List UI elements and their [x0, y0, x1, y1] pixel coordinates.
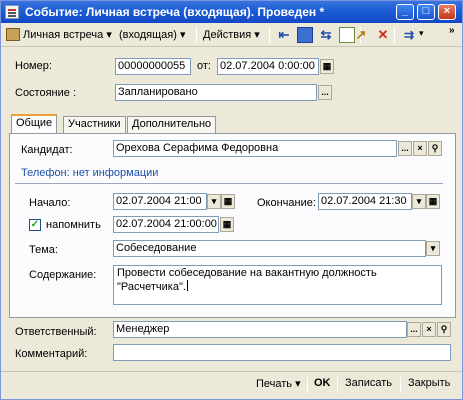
actions-label: Действия: [203, 29, 252, 41]
toolbar-separator: [269, 27, 270, 43]
date-label: от:: [197, 60, 211, 72]
close-window-button[interactable]: ×: [438, 4, 456, 20]
content-label: Содержание:: [29, 269, 97, 281]
maximize-button[interactable]: □: [417, 4, 435, 20]
end-field[interactable]: 02.07.2004 21:30: [318, 193, 412, 210]
event-window: Событие: Личная встреча (входящая). Пров…: [0, 0, 463, 400]
candidate-field[interactable]: Орехова Серафима Федоровна: [113, 140, 397, 157]
separator: [307, 377, 308, 393]
open-icon[interactable]: ↗: [353, 27, 369, 43]
select-button[interactable]: ...: [398, 141, 412, 156]
navigate-icon[interactable]: ⇉: [401, 27, 417, 43]
number-field[interactable]: 00000000055: [115, 58, 191, 75]
tab-general[interactable]: Общие: [11, 114, 58, 134]
remind-label: напомнить: [46, 219, 101, 231]
content-line-2: "Расчетчика".: [117, 280, 438, 294]
print-button[interactable]: Печать ▾: [256, 377, 301, 390]
close-button[interactable]: Закрыть: [408, 377, 450, 389]
responsible-label: Ответственный:: [15, 326, 97, 338]
separator: [400, 377, 401, 393]
text-cursor: [186, 280, 188, 291]
actions-menu[interactable]: Действия ▾: [203, 28, 260, 41]
toolbar-separator: [394, 27, 395, 43]
topic-label: Тема:: [29, 244, 58, 256]
toolbar: Личная встреча ▾ (входящая) ▾ Действия ▾…: [1, 23, 462, 47]
date-field[interactable]: 02.07.2004 0:00:00: [217, 58, 319, 75]
select-button[interactable]: ...: [407, 322, 421, 337]
delete-icon[interactable]: ✕: [375, 27, 391, 43]
clear-icon[interactable]: ×: [413, 141, 427, 156]
calendar-icon[interactable]: ▦: [220, 217, 234, 232]
search-icon[interactable]: ⚲: [437, 322, 451, 337]
save-button[interactable]: Записать: [345, 377, 392, 389]
end-label: Окончание:: [257, 197, 316, 209]
ok-button[interactable]: OK: [314, 377, 331, 389]
comment-field[interactable]: [113, 344, 451, 361]
window-title: Событие: Личная встреча (входящая). Пров…: [25, 5, 325, 19]
event-type-label: Личная встреча: [23, 29, 104, 41]
chevron-down-icon[interactable]: ▾: [419, 28, 424, 39]
direction-dropdown[interactable]: (входящая) ▾: [119, 28, 186, 41]
minimize-button[interactable]: _: [396, 4, 414, 20]
state-label: Состояние :: [15, 87, 76, 99]
chevron-down-icon[interactable]: ▾: [426, 241, 440, 256]
remind-checkbox[interactable]: ✓: [29, 219, 41, 231]
tab-participants[interactable]: Участники: [63, 116, 126, 133]
start-label: Начало:: [29, 197, 71, 209]
content-textarea[interactable]: Провести собеседование на вакантную долж…: [113, 265, 442, 305]
responsible-field[interactable]: Менеджер: [113, 321, 407, 338]
topic-field[interactable]: Собеседование: [113, 240, 426, 257]
calendar-icon[interactable]: ▦: [320, 59, 334, 74]
remind-field[interactable]: 02.07.2004 21:00:00: [113, 216, 219, 233]
clear-icon[interactable]: ×: [422, 322, 436, 337]
direction-label: (входящая): [119, 29, 177, 41]
select-button[interactable]: ...: [318, 85, 332, 100]
document-icon: [5, 5, 19, 19]
start-field[interactable]: 02.07.2004 21:00: [113, 193, 207, 210]
candidate-label: Кандидат:: [21, 144, 73, 156]
divider: [15, 183, 443, 184]
filter-icon[interactable]: ⇆: [318, 27, 334, 43]
phone-info: Телефон: нет информации: [21, 167, 159, 179]
edit-icon: [6, 28, 20, 41]
toolbar-separator: [196, 27, 197, 43]
title-bar[interactable]: Событие: Личная встреча (входящая). Пров…: [1, 1, 462, 23]
spin-icon[interactable]: ▾: [412, 194, 426, 209]
calendar-icon[interactable]: ▦: [221, 194, 235, 209]
content-line: Провести собеседование на вакантную долж…: [117, 267, 377, 279]
chevron-down-icon: ▾: [295, 378, 301, 390]
chevron-down-icon: ▾: [254, 29, 260, 41]
chevron-down-icon: ▾: [179, 29, 186, 41]
move-prev-icon[interactable]: ⇤: [276, 27, 292, 43]
number-label: Номер:: [15, 60, 52, 72]
command-bar: Печать ▾ OK Записать Закрыть: [1, 371, 462, 399]
separator: [337, 377, 338, 393]
more-tools-button[interactable]: »: [449, 25, 455, 36]
chevron-down-icon: ▾: [106, 29, 112, 41]
tab-additional[interactable]: Дополнительно: [127, 116, 217, 133]
content-line: "Расчетчика".: [117, 281, 186, 293]
spin-icon[interactable]: ▾: [207, 194, 221, 209]
event-type-dropdown[interactable]: Личная встреча ▾: [23, 28, 112, 41]
state-field[interactable]: Запланировано: [115, 84, 317, 101]
search-icon[interactable]: ⚲: [428, 141, 442, 156]
print-label: Печать: [256, 378, 293, 390]
refresh-icon[interactable]: [297, 27, 313, 43]
comment-label: Комментарий:: [15, 348, 88, 360]
calendar-icon[interactable]: ▦: [426, 194, 440, 209]
